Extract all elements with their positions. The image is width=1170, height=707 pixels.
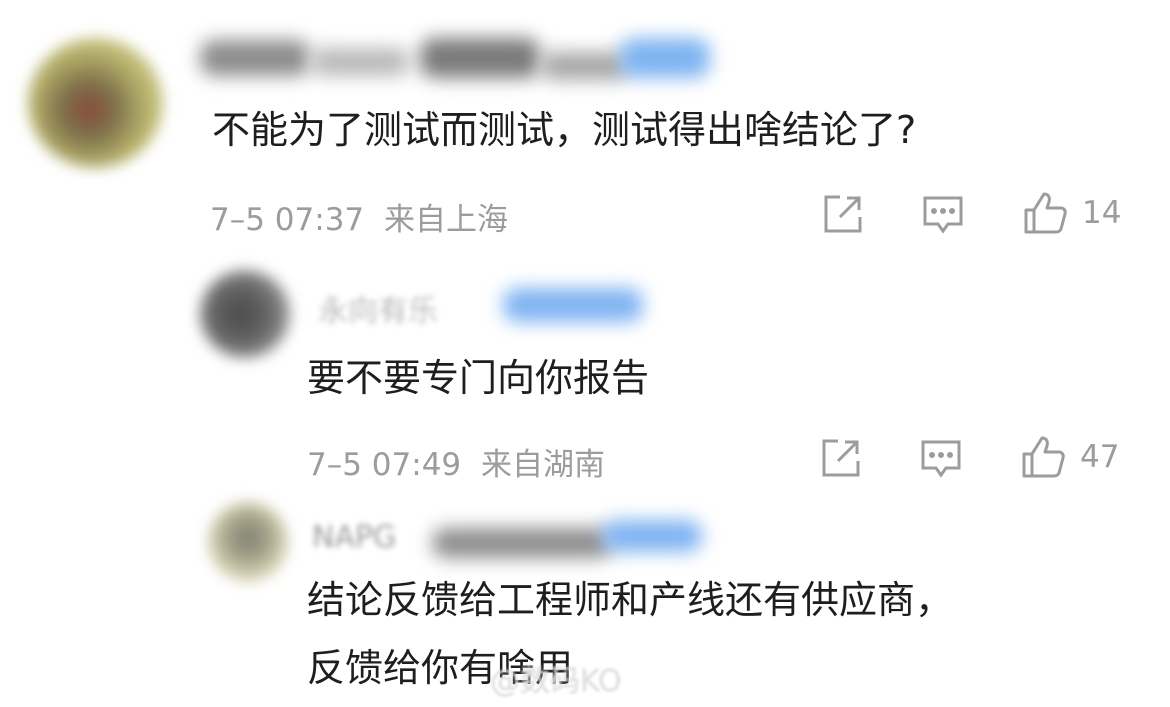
avatar[interactable] — [28, 38, 163, 168]
like-icon — [1022, 436, 1065, 478]
comment-icon[interactable] — [920, 191, 966, 241]
username[interactable]: 永向有乐 — [318, 280, 658, 330]
like-count: 14 — [1082, 195, 1122, 231]
comment-3: NAPG 结论反馈给工程师和产线还有供应商， 反馈给你有啥用 @数码KO — [0, 490, 1170, 707]
username[interactable]: NAPG — [312, 510, 712, 566]
comment-meta: 7–5 07:37 来自上海 — [210, 194, 508, 239]
comment-time: 7–5 07:49 — [307, 447, 462, 483]
avatar[interactable] — [200, 270, 290, 358]
comment-1: 不能为了测试而测试，测试得出啥结论了? 7–5 07:37 来自上海 14 — [0, 0, 1170, 250]
comment-location: 来自上海 — [384, 202, 508, 238]
like-button[interactable]: 47 — [1020, 434, 1119, 480]
comment-icon[interactable] — [918, 435, 964, 485]
like-count: 47 — [1080, 439, 1120, 475]
comment-text-line-1: 结论反馈给工程师和产线还有供应商， — [307, 578, 954, 622]
like-button[interactable]: 14 — [1022, 190, 1121, 236]
share-icon[interactable] — [820, 191, 866, 241]
username[interactable] — [200, 32, 710, 92]
comment-text: 不能为了测试而测试，测试得出啥结论了? — [212, 108, 917, 152]
comment-location: 来自湖南 — [481, 447, 605, 483]
comment-text: 要不要专门向你报告 — [307, 356, 650, 400]
share-icon[interactable] — [818, 435, 864, 485]
comment-meta: 7–5 07:49 来自湖南 — [307, 439, 605, 484]
watermark: @数码KO — [490, 664, 622, 699]
like-icon — [1024, 192, 1067, 234]
comment-time: 7–5 07:37 — [210, 202, 365, 238]
avatar[interactable] — [208, 502, 288, 582]
comment-2: 永向有乐 要不要专门向你报告 7–5 07:49 来自湖南 47 — [0, 250, 1170, 490]
